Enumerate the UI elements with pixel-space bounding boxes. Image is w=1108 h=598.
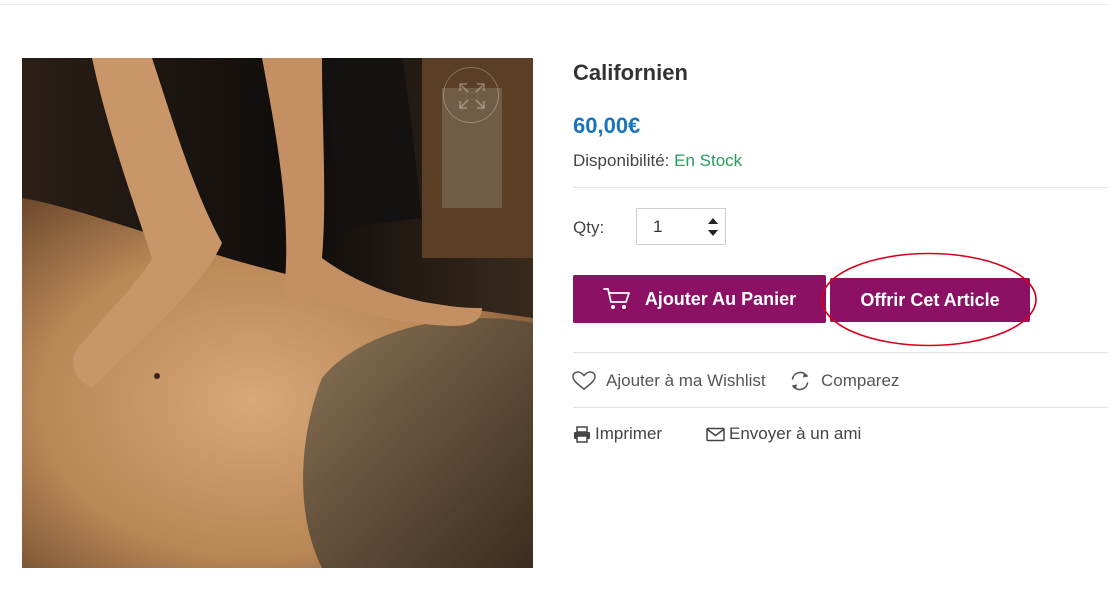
wishlist-link[interactable]: Ajouter à ma Wishlist — [572, 370, 766, 392]
zoom-button[interactable] — [443, 67, 499, 123]
gift-item-button[interactable]: Offrir Cet Article — [830, 278, 1030, 322]
print-label: Imprimer — [595, 424, 663, 443]
compare-link[interactable]: Comparez — [789, 370, 899, 392]
email-friend-link[interactable]: Envoyer à un ami — [706, 423, 861, 445]
availability: Disponibilité: En Stock — [573, 150, 742, 172]
stepper-arrows-icon[interactable] — [707, 216, 719, 238]
expand-icon — [459, 83, 485, 109]
product-title: Californien — [573, 60, 688, 85]
add-to-cart-button[interactable]: Ajouter Au Panier — [573, 275, 826, 323]
refresh-icon — [789, 370, 811, 392]
top-divider — [0, 4, 1108, 5]
cart-icon — [602, 287, 631, 311]
qty-stepper[interactable] — [636, 208, 726, 245]
divider — [573, 352, 1108, 353]
qty-input[interactable] — [637, 209, 715, 244]
add-to-cart-label: Ajouter Au Panier — [644, 288, 797, 309]
divider — [573, 407, 1108, 408]
compare-label: Comparez — [821, 371, 900, 390]
qty-label: Qty: — [573, 218, 605, 237]
gift-item-label: Offrir Cet Article — [860, 289, 1000, 310]
availability-label: Disponibilité: — [573, 151, 670, 170]
wishlist-label: Ajouter à ma Wishlist — [606, 371, 766, 390]
stock-status: En Stock — [674, 151, 743, 170]
printer-icon — [573, 425, 591, 443]
envelope-icon — [706, 427, 725, 442]
product-price: 60,00€ — [573, 113, 641, 138]
product-image[interactable] — [22, 58, 533, 568]
email-friend-label: Envoyer à un ami — [729, 424, 862, 443]
print-link[interactable]: Imprimer — [573, 423, 662, 445]
heart-icon — [572, 371, 596, 391]
divider — [573, 187, 1108, 188]
massage-photo — [22, 58, 533, 568]
